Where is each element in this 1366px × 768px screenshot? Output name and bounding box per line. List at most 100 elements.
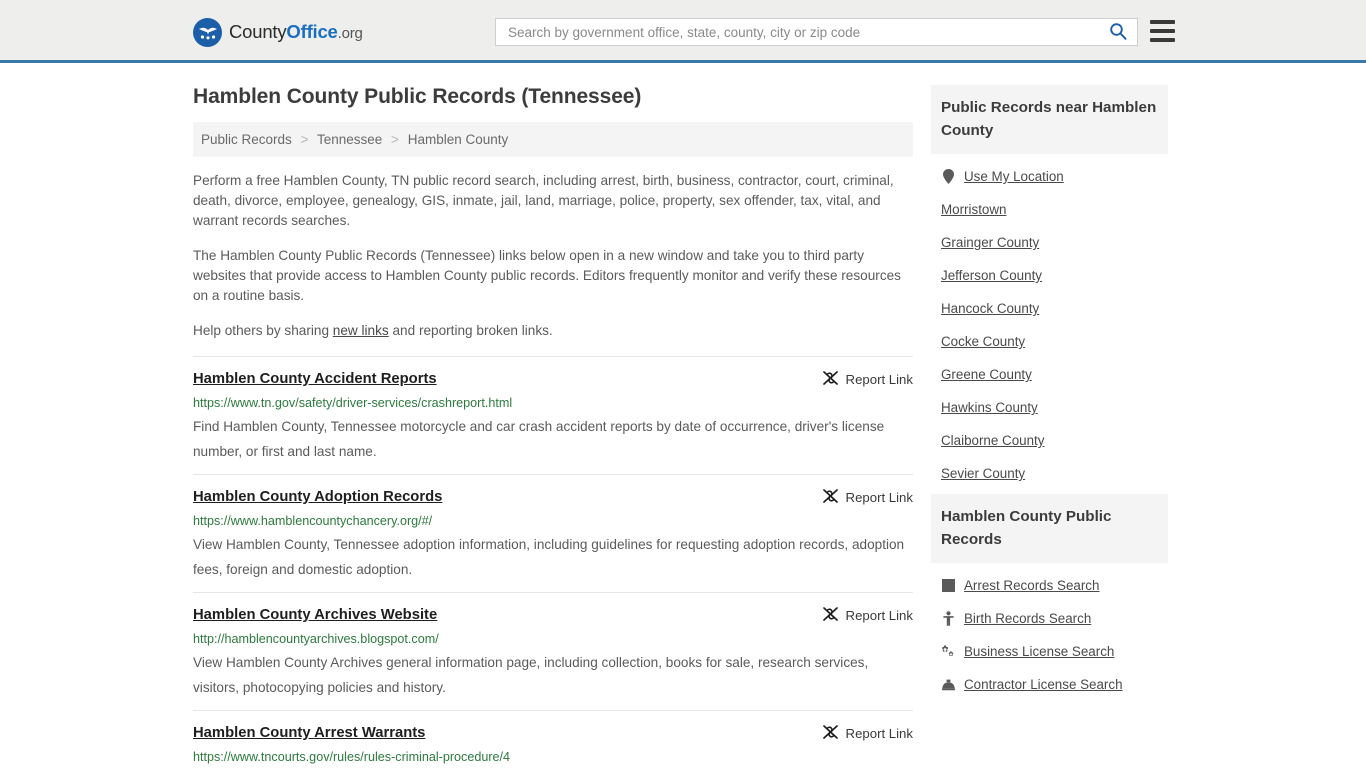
search-bar[interactable] xyxy=(495,18,1138,46)
report-link-label: Report Link xyxy=(845,372,913,387)
sidebar-records-item[interactable]: Business License Search xyxy=(931,635,1168,668)
sidebar-nearby-item[interactable]: Morristown xyxy=(931,193,1168,226)
handcuffs-icon xyxy=(941,578,955,593)
baby-icon xyxy=(941,611,955,626)
sidebar-nearby-item-label[interactable]: Hawkins County xyxy=(941,400,1038,415)
record-header: Hamblen County Arrest Warrants Report Lin… xyxy=(193,724,913,743)
intro-paragraph-3: Help others by sharing new links and rep… xyxy=(193,321,913,341)
sidebar-nearby-item-label[interactable]: Morristown xyxy=(941,202,1006,217)
share-text-after: and reporting broken links. xyxy=(388,323,553,338)
record-description: Find Hamblen County, Tennessee motorcycl… xyxy=(193,419,885,459)
logo-wordmark: CountyOffice.org xyxy=(229,23,363,42)
record-list: Hamblen County Accident Reports Report Li… xyxy=(193,356,913,768)
record-header: Hamblen County Archives Website Report Li… xyxy=(193,606,913,625)
breadcrumb-item-public-records[interactable]: Public Records xyxy=(201,132,292,147)
sidebar-records-item[interactable]: Arrest Records Search xyxy=(931,569,1168,602)
map-pin-icon xyxy=(941,169,955,184)
sidebar-nearby-heading: Public Records near Hamblen County xyxy=(931,85,1168,154)
hamburger-menu-icon[interactable] xyxy=(1150,20,1175,42)
sidebar-nearby-item-label[interactable]: Claiborne County xyxy=(941,433,1044,448)
eagle-shield-icon xyxy=(193,18,222,47)
logo-text-office: Office xyxy=(286,21,338,43)
breadcrumb-separator: > xyxy=(391,132,399,147)
sidebar-nearby-item[interactable]: Sevier County xyxy=(931,457,1168,490)
broken-link-icon xyxy=(822,724,839,743)
sidebar-records-heading: Hamblen County Public Records xyxy=(931,494,1168,563)
sidebar-nearby-item-label[interactable]: Greene County xyxy=(941,367,1032,382)
hamburger-bar xyxy=(1150,29,1175,33)
sidebar-records-item-label[interactable]: Birth Records Search xyxy=(964,611,1091,626)
record-url: http://hamblencountyarchives.blogspot.co… xyxy=(193,632,439,646)
report-link-button[interactable]: Report Link xyxy=(808,724,913,743)
content-container: Hamblen County Public Records (Tennessee… xyxy=(193,63,1173,768)
record-header: Hamblen County Adoption Records Report Li… xyxy=(193,488,913,507)
report-link-button[interactable]: Report Link xyxy=(808,370,913,389)
sidebar-nearby-item[interactable]: Use My Location xyxy=(931,160,1168,193)
search-input[interactable] xyxy=(506,19,1107,45)
sidebar-records-item-label[interactable]: Business License Search xyxy=(964,644,1114,659)
sidebar: Public Records near Hamblen County Use M… xyxy=(931,85,1168,768)
sidebar-nearby-item-label[interactable]: Grainger County xyxy=(941,235,1039,250)
record-title-link[interactable]: Hamblen County Accident Reports xyxy=(193,370,437,388)
cogs-icon xyxy=(941,644,955,659)
page-body: Hamblen County Public Records (Tennessee… xyxy=(0,63,1366,768)
logo-text-county: County xyxy=(229,21,287,43)
report-link-label: Report Link xyxy=(845,490,913,505)
intro-text: Perform a free Hamblen County, TN public… xyxy=(193,171,913,341)
breadcrumb: Public Records > Tennessee > Hamblen Cou… xyxy=(193,122,913,157)
sidebar-nearby-item[interactable]: Grainger County xyxy=(931,226,1168,259)
main-column: Hamblen County Public Records (Tennessee… xyxy=(193,85,913,768)
page-title: Hamblen County Public Records (Tennessee… xyxy=(193,85,642,108)
new-links-link[interactable]: new links xyxy=(333,323,389,338)
hamburger-bar xyxy=(1150,20,1175,24)
sidebar-nearby-item[interactable]: Cocke County xyxy=(931,325,1168,358)
site-header: CountyOffice.org xyxy=(0,0,1366,63)
search-button[interactable] xyxy=(1107,22,1129,43)
hamburger-bar xyxy=(1150,38,1175,42)
report-link-button[interactable]: Report Link xyxy=(808,488,913,507)
sidebar-records-item[interactable]: Contractor License Search xyxy=(931,668,1168,701)
broken-link-icon xyxy=(822,488,839,507)
sidebar-nearby-item[interactable]: Hancock County xyxy=(931,292,1168,325)
breadcrumb-item-tennessee[interactable]: Tennessee xyxy=(317,132,382,147)
sidebar-nearby-item-label[interactable]: Cocke County xyxy=(941,334,1025,349)
hard-hat-icon xyxy=(941,677,955,692)
broken-link-icon xyxy=(822,606,839,625)
intro-paragraph-1: Perform a free Hamblen County, TN public… xyxy=(193,173,894,228)
record-title-link[interactable]: Hamblen County Archives Website xyxy=(193,606,437,624)
sidebar-records-item[interactable]: Birth Records Search xyxy=(931,602,1168,635)
record-title-link[interactable]: Hamblen County Arrest Warrants xyxy=(193,724,425,742)
sidebar-nearby-item-label[interactable]: Hancock County xyxy=(941,301,1039,316)
record-item: Hamblen County Arrest Warrants Report Lin… xyxy=(193,710,913,768)
record-item: Hamblen County Accident Reports Report Li… xyxy=(193,356,913,474)
share-text-before: Help others by sharing xyxy=(193,323,333,338)
sidebar-nearby-item[interactable]: Greene County xyxy=(931,358,1168,391)
record-item: Hamblen County Adoption Records Report Li… xyxy=(193,474,913,592)
record-url: https://www.tncourts.gov/rules/rules-cri… xyxy=(193,750,511,764)
sidebar-records-list: Arrest Records Search Birth Records Searc… xyxy=(931,563,1168,701)
sidebar-nearby-item-label[interactable]: Use My Location xyxy=(964,169,1064,184)
sidebar-nearby-item[interactable]: Hawkins County xyxy=(931,391,1168,424)
sidebar-nearby-item[interactable]: Claiborne County xyxy=(931,424,1168,457)
record-title-link[interactable]: Hamblen County Adoption Records xyxy=(193,488,442,506)
site-logo[interactable]: CountyOffice.org xyxy=(193,18,363,47)
record-header: Hamblen County Accident Reports Report Li… xyxy=(193,370,913,389)
record-description: View Hamblen County Archives general inf… xyxy=(193,655,869,695)
sidebar-nearby-item-label[interactable]: Jefferson County xyxy=(941,268,1042,283)
report-link-button[interactable]: Report Link xyxy=(808,606,913,625)
sidebar-nearby-box: Public Records near Hamblen County Use M… xyxy=(931,85,1168,490)
report-link-label: Report Link xyxy=(845,726,913,741)
sidebar-records-item-label[interactable]: Contractor License Search xyxy=(964,677,1123,692)
report-link-label: Report Link xyxy=(845,608,913,623)
breadcrumb-item-hamblen-county[interactable]: Hamblen County xyxy=(408,132,509,147)
sidebar-records-item-label[interactable]: Arrest Records Search xyxy=(964,578,1099,593)
record-url: https://www.hamblencountychancery.org/#/ xyxy=(193,514,433,528)
intro-paragraph-2: The Hamblen County Public Records (Tenne… xyxy=(193,248,901,303)
sidebar-nearby-item-label[interactable]: Sevier County xyxy=(941,466,1025,481)
sidebar-records-box: Hamblen County Public Records Arrest Rec… xyxy=(931,494,1168,701)
sidebar-nearby-list: Use My Location Morristown Grainger County… xyxy=(931,154,1168,490)
sidebar-nearby-item[interactable]: Jefferson County xyxy=(931,259,1168,292)
logo-text-org: .org xyxy=(337,25,363,43)
breadcrumb-separator: > xyxy=(300,132,309,147)
search-icon xyxy=(1109,22,1127,43)
